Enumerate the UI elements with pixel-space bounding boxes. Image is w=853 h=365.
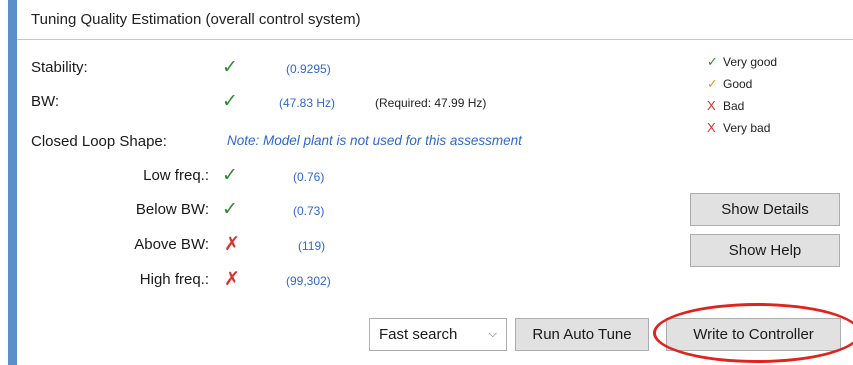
- bw-value: (47.83 Hz): [279, 96, 336, 110]
- stability-check-icon: ✓: [222, 57, 238, 78]
- show-details-button[interactable]: Show Details: [690, 193, 840, 226]
- run-auto-tune-button[interactable]: Run Auto Tune: [515, 318, 649, 351]
- above-bw-label: Above BW:: [134, 236, 209, 253]
- high-freq-value: (99,302): [286, 274, 331, 288]
- below-bw-value: (0.73): [293, 204, 325, 218]
- above-bw-cross-icon: ✗: [224, 234, 240, 255]
- legend-good-label: Good: [723, 77, 753, 91]
- legend-very-bad-cross-icon: X: [707, 120, 716, 135]
- low-freq-label: Low freq.:: [143, 167, 209, 184]
- legend-very-bad-label: Very bad: [723, 121, 771, 135]
- below-bw-label: Below BW:: [135, 201, 209, 218]
- legend-good-check-icon: ✓: [707, 76, 718, 91]
- legend-good: ✓ Good: [707, 76, 752, 92]
- legend-very-good-check-icon: ✓: [707, 54, 718, 69]
- legend-bad: X Bad: [707, 98, 744, 113]
- bw-label: BW:: [31, 93, 60, 110]
- panel-header: Tuning Quality Estimation (overall contr…: [17, 0, 853, 40]
- closed-loop-shape-label: Closed Loop Shape:: [31, 133, 167, 150]
- low-freq-value: (0.76): [293, 170, 325, 184]
- legend-bad-label: Bad: [723, 99, 745, 113]
- below-bw-check-icon: ✓: [222, 199, 238, 220]
- red-highlight-circle: [653, 303, 853, 363]
- low-freq-check-icon: ✓: [222, 165, 238, 186]
- legend-bad-cross-icon: X: [707, 98, 716, 113]
- legend-very-good-label: Very good: [723, 55, 778, 69]
- stability-label: Stability:: [31, 59, 88, 76]
- left-accent-bar: [8, 0, 17, 365]
- high-freq-cross-icon: ✗: [224, 269, 240, 290]
- tuning-quality-panel: Tuning Quality Estimation (overall contr…: [17, 0, 853, 365]
- legend-very-good: ✓ Very good: [707, 54, 777, 70]
- legend-very-bad: X Very bad: [707, 120, 770, 135]
- show-help-button[interactable]: Show Help: [690, 234, 840, 267]
- model-plant-note: Note: Model plant is not used for this a…: [227, 133, 522, 148]
- panel-title: Tuning Quality Estimation (overall contr…: [31, 11, 361, 28]
- bw-required-value: (Required: 47.99 Hz): [375, 96, 487, 110]
- chevron-down-icon: ⌵: [488, 328, 497, 340]
- high-freq-label: High freq.:: [139, 271, 209, 288]
- bw-check-icon: ✓: [222, 91, 238, 112]
- search-mode-selected: Fast search: [379, 326, 458, 343]
- above-bw-value: (119): [298, 239, 326, 253]
- stability-value: (0.9295): [286, 62, 331, 76]
- search-mode-dropdown[interactable]: Fast search ⌵: [369, 318, 507, 351]
